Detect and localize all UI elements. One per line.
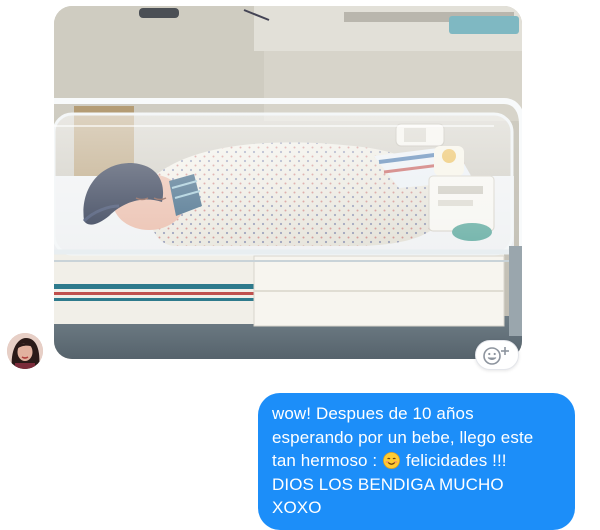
smiling-face-emoji xyxy=(383,452,400,469)
newborn-photo xyxy=(54,6,522,359)
photo-message[interactable] xyxy=(54,6,522,359)
message-text-segment: felicidades !!! xyxy=(401,451,507,470)
message-line: tan hermoso : felicidades !!! xyxy=(272,449,561,473)
message-line: esperando por un bebe, llego este xyxy=(272,427,534,447)
message-text-segment: tan hermoso : xyxy=(272,451,383,470)
avatar-photo xyxy=(7,333,43,369)
message-line: XOXO xyxy=(272,498,322,517)
smiley-plus-icon xyxy=(483,347,509,365)
message-thread: wow! Despues de 10 años esperando por un… xyxy=(0,0,600,530)
add-reaction-button[interactable] xyxy=(475,340,519,370)
outgoing-message-bubble[interactable]: wow! Despues de 10 años esperando por un… xyxy=(258,393,575,530)
message-line: wow! Despues de 10 años xyxy=(272,404,474,423)
sender-avatar[interactable] xyxy=(7,333,43,369)
message-line: DIOS LOS BENDIGA MUCHO xyxy=(272,474,504,494)
